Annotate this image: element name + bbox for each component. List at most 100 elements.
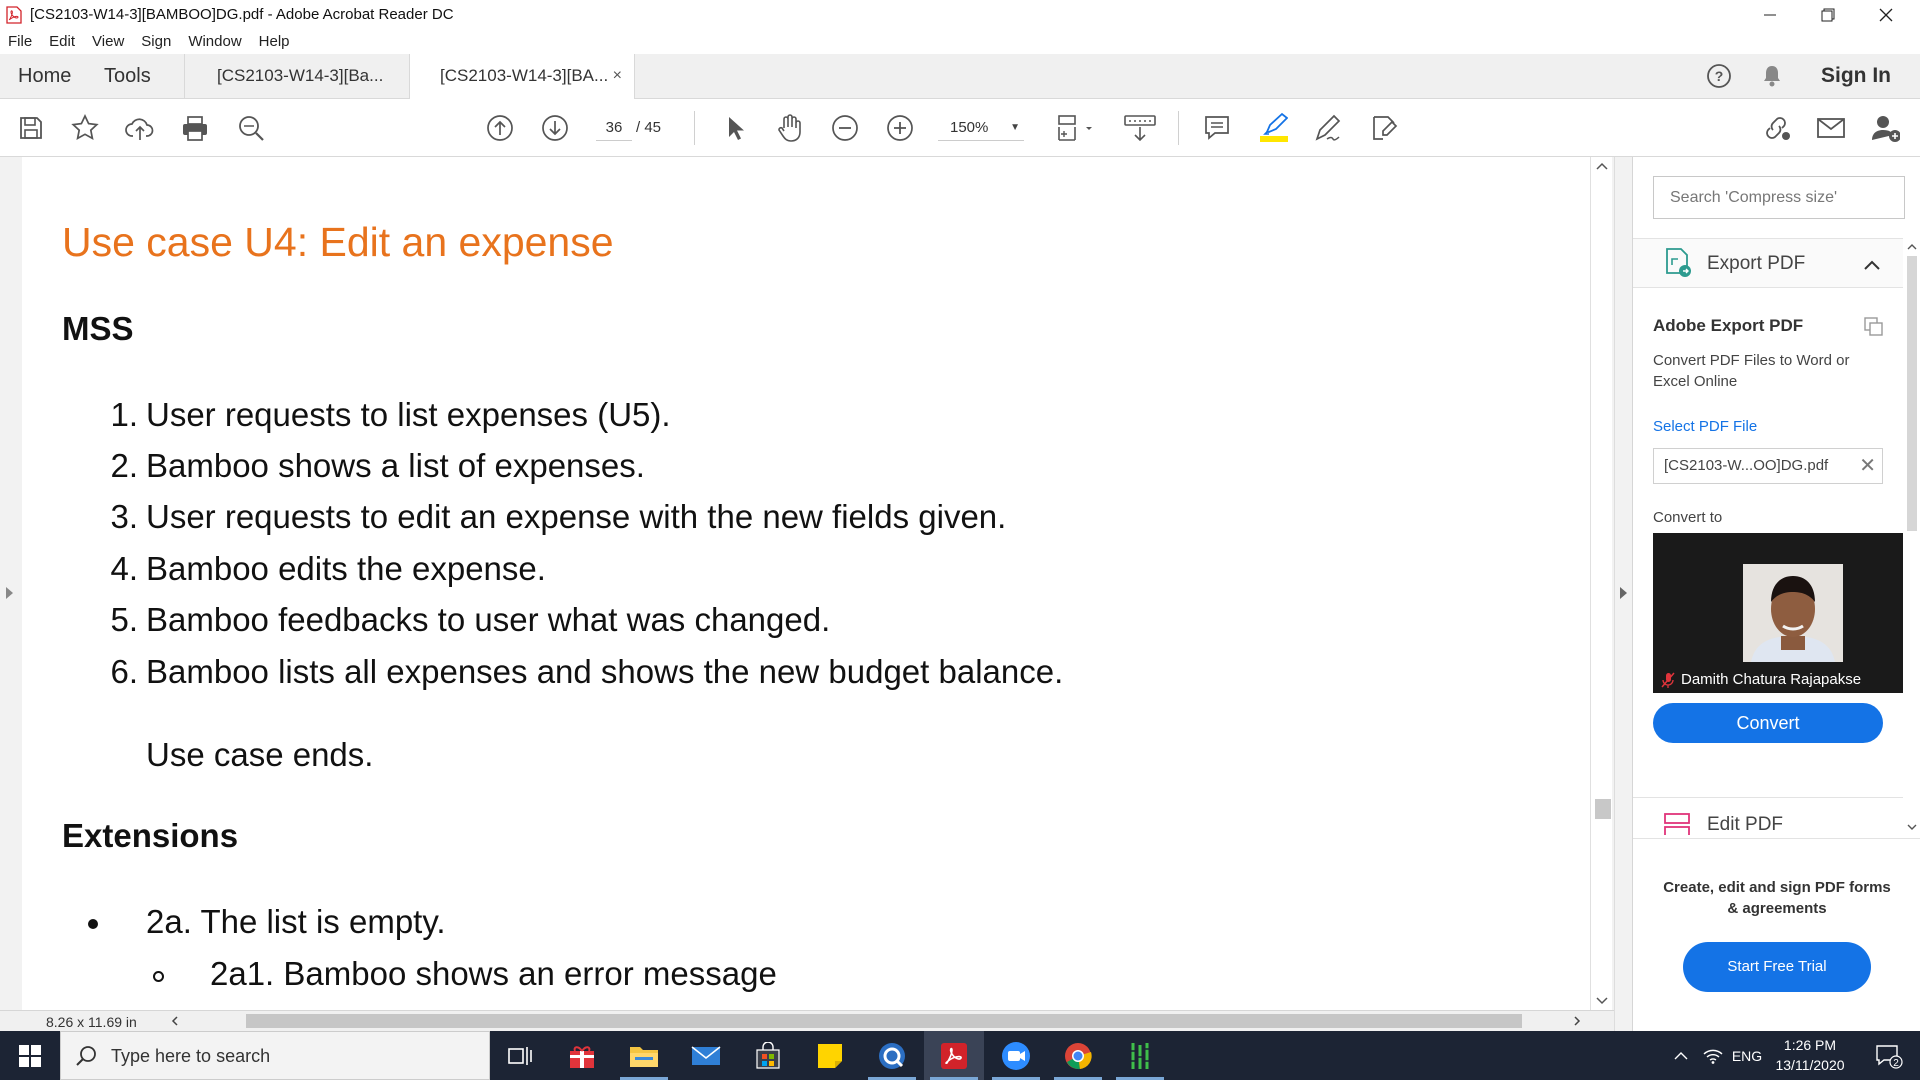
scroll-thumb[interactable] (1907, 256, 1917, 531)
chevron-down-icon: ▼ (1010, 122, 1020, 133)
highlight-button[interactable] (1258, 112, 1288, 143)
document-viewer[interactable]: Use case U4: Edit an expense MSS 1. User… (0, 157, 1614, 1031)
zoom-level-dropdown[interactable]: 150% ▼ (938, 115, 1024, 141)
comment-button[interactable] (1202, 113, 1232, 143)
save-button[interactable] (16, 113, 46, 143)
star-icon (71, 114, 99, 141)
tab-document-2[interactable]: [CS2103-W14-3][BA... × (409, 54, 635, 99)
remove-file-icon[interactable]: ✕ (1859, 449, 1876, 483)
toolbar-divider (694, 111, 695, 145)
taskbar-sticky-notes[interactable] (800, 1031, 860, 1080)
tab-home[interactable]: Home (18, 54, 71, 98)
previous-page-button[interactable] (485, 113, 515, 143)
taskbar-zoom-app[interactable] (986, 1031, 1046, 1080)
network-status[interactable] (1700, 1031, 1726, 1080)
participant-avatar (1743, 564, 1843, 662)
tab-tools[interactable]: Tools (104, 54, 151, 98)
convert-button[interactable]: Convert (1653, 703, 1883, 743)
mail-icon (1817, 118, 1845, 138)
taskbar-gift-app[interactable] (552, 1031, 612, 1080)
next-page-button[interactable] (540, 113, 570, 143)
taskbar-bamboo-app[interactable] (1110, 1031, 1170, 1080)
link-share-icon (1766, 117, 1790, 140)
taskbar-mail-app[interactable] (676, 1031, 736, 1080)
menu-sign[interactable]: Sign (141, 33, 171, 50)
share-link-button[interactable] (1761, 113, 1791, 143)
export-pdf-title: Export PDF (1707, 253, 1806, 274)
bamboo-icon (1131, 1042, 1149, 1069)
selected-file-name: [CS2103-W...OO]DG.pdf (1664, 457, 1829, 474)
edit-pdf-header[interactable]: Edit PDF (1633, 797, 1903, 835)
find-button[interactable] (236, 113, 266, 143)
zoom-in-button[interactable] (885, 113, 915, 143)
upload-button[interactable] (125, 113, 155, 143)
minimize-button[interactable] (1742, 0, 1798, 29)
scroll-mode-button[interactable] (1122, 113, 1158, 143)
menu-window[interactable]: Window (188, 33, 241, 50)
zoom-in-icon (887, 115, 913, 141)
q-app-icon (879, 1042, 905, 1069)
taskbar-chrome[interactable] (1048, 1031, 1108, 1080)
search-icon (76, 1046, 96, 1066)
add-user-button[interactable] (1870, 113, 1900, 143)
input-language[interactable]: ENG (1730, 1031, 1764, 1080)
scroll-thumb[interactable] (1595, 799, 1611, 819)
bookmark-star-button[interactable] (70, 113, 100, 143)
export-pdf-header[interactable]: Export PDF (1633, 238, 1903, 288)
toolbar-divider (1178, 111, 1179, 145)
close-window-button[interactable] (1858, 0, 1914, 29)
zoom-out-button[interactable] (830, 113, 860, 143)
scroll-thumb[interactable] (246, 1014, 1522, 1028)
muted-mic-icon (1661, 672, 1675, 688)
scroll-right-icon (1574, 1016, 1581, 1026)
taskbar-acrobat-reader[interactable] (924, 1031, 984, 1080)
taskbar-web-app[interactable] (862, 1031, 922, 1080)
adobe-export-description: Convert PDF Files to Word or Excel Onlin… (1653, 352, 1850, 390)
sign-in-label: Sign In (1821, 64, 1891, 87)
menu-edit[interactable]: Edit (49, 33, 75, 50)
step-text: Bamboo shows a list of expenses. (146, 447, 645, 484)
restore-button[interactable] (1800, 0, 1856, 29)
vertical-scrollbar[interactable] (1590, 157, 1612, 1010)
selected-file-field[interactable]: [CS2103-W...OO]DG.pdf ✕ (1653, 448, 1883, 484)
tools-search-input[interactable]: Search 'Compress size' (1653, 176, 1905, 219)
select-tool-button[interactable] (720, 113, 750, 143)
taskbar-store-app[interactable] (738, 1031, 798, 1080)
close-icon (1879, 8, 1893, 21)
start-free-trial-button[interactable]: Start Free Trial (1683, 942, 1871, 992)
print-button[interactable] (180, 113, 210, 143)
video-call-overlay[interactable]: Damith Chatura Rajapakse (1653, 533, 1920, 693)
right-panel-toggle[interactable] (1614, 157, 1632, 1031)
notifications-button[interactable] (1760, 54, 1784, 98)
page-display-button[interactable] (1055, 113, 1097, 143)
start-button[interactable] (0, 1031, 60, 1080)
taskbar-file-explorer[interactable] (614, 1031, 674, 1080)
select-pdf-file-link[interactable]: Select PDF File (1653, 418, 1757, 435)
copy-icon[interactable] (1863, 316, 1885, 336)
help-button[interactable]: ? (1706, 54, 1732, 98)
more-tools-button[interactable] (1368, 113, 1398, 143)
fill-sign-button[interactable] (1313, 113, 1343, 143)
page-display-icon (1058, 115, 1092, 141)
system-clock[interactable]: 1:26 PM 13/11/2020 (1760, 1035, 1860, 1075)
page-number-input[interactable]: 36 (596, 115, 632, 141)
step-number: 4. (110, 550, 138, 587)
menu-view[interactable]: View (92, 33, 124, 50)
task-view-button[interactable] (490, 1031, 550, 1080)
action-center-button[interactable]: 2 (1866, 1031, 1912, 1080)
scroll-down-icon (1596, 997, 1608, 1005)
left-panel-toggle[interactable] (0, 157, 22, 1031)
menu-file[interactable]: File (8, 33, 32, 50)
email-button[interactable] (1816, 113, 1846, 143)
sign-in-button[interactable]: Sign In (1821, 54, 1891, 98)
close-tab-icon[interactable]: × (613, 54, 622, 98)
menu-help[interactable]: Help (259, 33, 290, 50)
taskbar-search-box[interactable]: Type here to search (60, 1031, 490, 1080)
tab-document-1[interactable]: [CS2103-W14-3][Ba... (184, 54, 410, 99)
show-hidden-icons-button[interactable] (1670, 1031, 1692, 1080)
chevron-up-icon[interactable] (1863, 259, 1881, 271)
menu-bar: File Edit View Sign Window Help (0, 29, 1920, 54)
tools-pane-scrollbar[interactable] (1903, 238, 1920, 838)
hand-tool-button[interactable] (775, 113, 805, 143)
horizontal-scrollbar[interactable]: 8.26 x 11.69 in (0, 1010, 1614, 1031)
